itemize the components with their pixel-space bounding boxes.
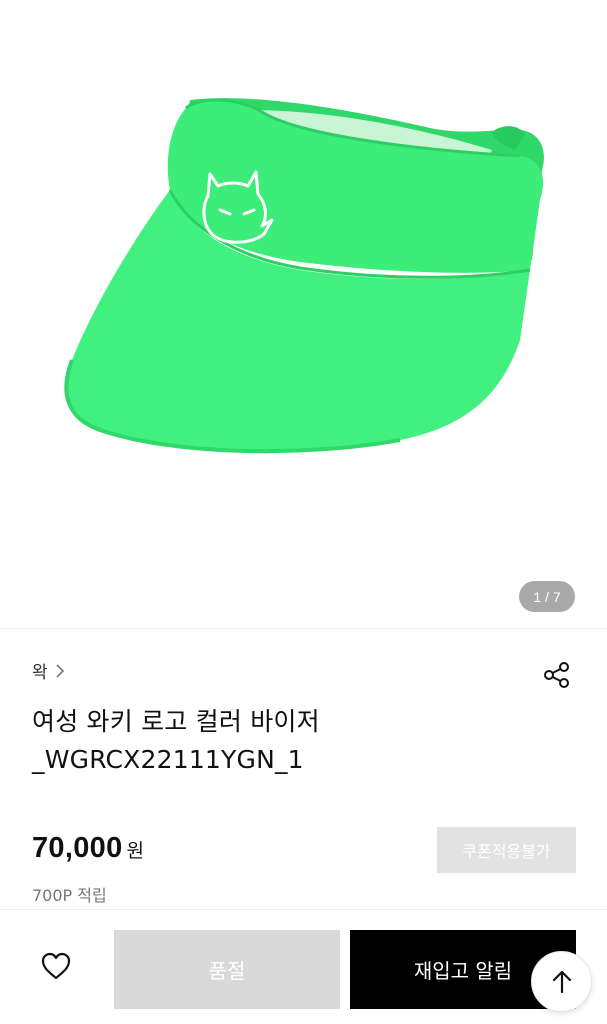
product-image bbox=[64, 98, 544, 454]
scroll-to-top-button[interactable] bbox=[531, 951, 592, 1012]
product-price: 70,000 bbox=[32, 832, 123, 864]
divider bbox=[0, 628, 607, 629]
image-pager-badge: 1 / 7 bbox=[519, 581, 575, 612]
arrow-up-icon bbox=[552, 970, 571, 993]
product-image-gallery[interactable]: 1 / 7 bbox=[0, 0, 607, 628]
brand-name: 왁 bbox=[32, 663, 48, 683]
product-title-code: _WGRCX22111YGN_1 bbox=[32, 745, 304, 774]
product-title-line: 여성 와키 로고 컬러 바이저 bbox=[32, 707, 320, 736]
price-row: 70,000 원 bbox=[32, 832, 144, 865]
product-title: 여성 와키 로고 컬러 바이저 _WGRCX22111YGN_1 bbox=[32, 703, 552, 779]
share-icon bbox=[544, 662, 569, 688]
wishlist-button[interactable] bbox=[36, 946, 76, 986]
chevron-right-icon bbox=[56, 663, 64, 678]
share-button[interactable] bbox=[540, 658, 574, 692]
heart-icon bbox=[41, 952, 71, 980]
reward-points: 700P 적립 bbox=[32, 886, 107, 905]
brand-link[interactable]: 왁 bbox=[32, 658, 68, 683]
coupon-unavailable-button[interactable]: 쿠폰적용불가 bbox=[437, 827, 576, 873]
soldout-button[interactable]: 품절 bbox=[114, 930, 340, 1009]
price-currency: 원 bbox=[126, 840, 144, 862]
